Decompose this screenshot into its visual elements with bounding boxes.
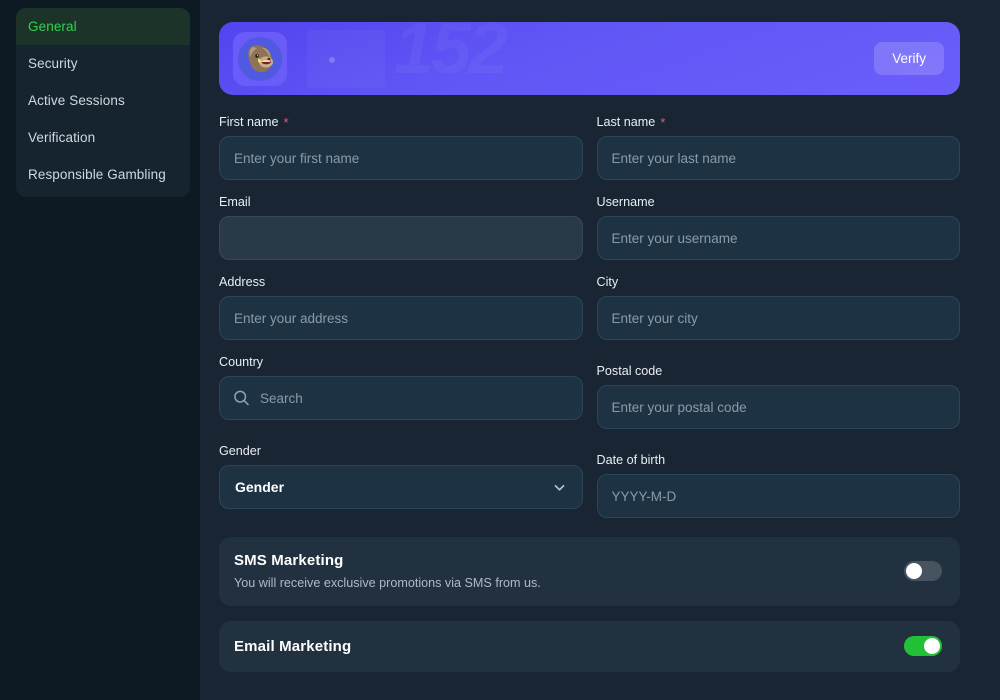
required-marker: * — [660, 115, 666, 130]
verify-button[interactable]: Verify — [874, 42, 944, 75]
toggle-knob — [924, 638, 940, 654]
preference-description: You will receive exclusive promotions vi… — [234, 576, 541, 590]
address-label: Address — [219, 274, 583, 290]
email-marketing-toggle[interactable] — [904, 636, 942, 656]
sidebar-item-responsible-gambling[interactable]: Responsible Gambling — [16, 156, 190, 193]
field-address: Address — [219, 274, 583, 340]
toggle-knob — [906, 563, 922, 579]
avatar[interactable] — [233, 31, 287, 86]
username-label: Username — [597, 194, 961, 210]
last-name-label: Last name * — [597, 114, 961, 130]
banner-decorative-dot — [329, 57, 335, 63]
chevron-down-icon — [554, 484, 564, 491]
last-name-label-text: Last name — [596, 115, 656, 129]
preference-title: Email Marketing — [234, 637, 352, 655]
sidebar-item-active-sessions[interactable]: Active Sessions — [16, 82, 190, 119]
field-last-name: Last name * — [596, 114, 961, 180]
banner-watermark: 152 — [394, 22, 508, 90]
sms-marketing-toggle[interactable] — [904, 561, 942, 581]
field-date-of-birth: Date of birth — [596, 452, 961, 518]
postal-code-label-text: Postal code — [596, 364, 663, 378]
address-label-text: Address — [219, 275, 266, 289]
sidebar-nav-panel: General Security Active Sessions Verific… — [16, 8, 190, 197]
gender-select[interactable]: Gender — [219, 465, 583, 509]
sidebar: General Security Active Sessions Verific… — [0, 0, 200, 700]
city-input[interactable] — [596, 296, 960, 340]
city-label: City — [597, 274, 961, 290]
preference-card-sms-marketing: SMS Marketing You will receive exclusive… — [219, 537, 960, 606]
email-input — [219, 216, 583, 260]
sidebar-item-verification[interactable]: Verification — [16, 119, 190, 156]
date-of-birth-label-text: Date of birth — [596, 453, 666, 467]
sidebar-item-label: General — [28, 19, 77, 34]
country-input-wrap — [219, 376, 583, 420]
first-name-input[interactable] — [219, 136, 583, 180]
date-of-birth-label: Date of birth — [597, 452, 961, 468]
required-marker: * — [283, 115, 289, 130]
banner-decorative-block — [307, 30, 385, 88]
preference-text-group: SMS Marketing You will receive exclusive… — [234, 552, 541, 590]
email-label: Email — [219, 194, 583, 210]
field-username: Username — [596, 194, 961, 260]
preference-card-email-marketing: Email Marketing — [219, 621, 960, 672]
last-name-input[interactable] — [596, 136, 960, 180]
username-label-text: Username — [596, 195, 655, 209]
sidebar-item-label: Verification — [28, 130, 96, 145]
city-label-text: City — [596, 275, 619, 289]
gender-selected-value: Gender — [235, 479, 285, 495]
address-input[interactable] — [219, 296, 583, 340]
username-input[interactable] — [596, 216, 960, 260]
profile-banner: 152 Verify — [219, 22, 960, 95]
main-content: 152 Verify First na — [200, 0, 1000, 700]
sidebar-item-label: Security — [28, 56, 78, 71]
preference-text-group: Email Marketing — [234, 638, 351, 655]
field-first-name: First name * — [219, 114, 583, 180]
field-city: City — [596, 274, 961, 340]
sidebar-item-security[interactable]: Security — [16, 45, 190, 82]
field-email: Email — [219, 194, 583, 260]
date-of-birth-input[interactable] — [596, 474, 960, 518]
field-country: Country — [219, 354, 583, 429]
preference-title: SMS Marketing — [234, 552, 344, 569]
sidebar-item-label: Responsible Gambling — [28, 167, 166, 182]
email-label-text: Email — [219, 195, 251, 209]
sidebar-item-label: Active Sessions — [28, 93, 125, 108]
field-gender: Gender Gender — [219, 443, 583, 518]
boar-avatar-icon — [238, 36, 282, 81]
gender-label: Gender — [219, 443, 583, 459]
gender-label-text: Gender — [219, 444, 262, 458]
country-label: Country — [219, 354, 583, 370]
first-name-label: First name * — [219, 114, 583, 130]
country-search-input[interactable] — [219, 376, 583, 420]
postal-code-label: Postal code — [597, 363, 961, 379]
country-label-text: Country — [219, 355, 264, 369]
first-name-label-text: First name — [219, 115, 279, 129]
sidebar-item-general[interactable]: General — [16, 8, 190, 45]
field-postal-code: Postal code — [596, 363, 961, 429]
postal-code-input[interactable] — [596, 385, 960, 429]
profile-form: First name * Last name * Email Username — [219, 114, 960, 532]
